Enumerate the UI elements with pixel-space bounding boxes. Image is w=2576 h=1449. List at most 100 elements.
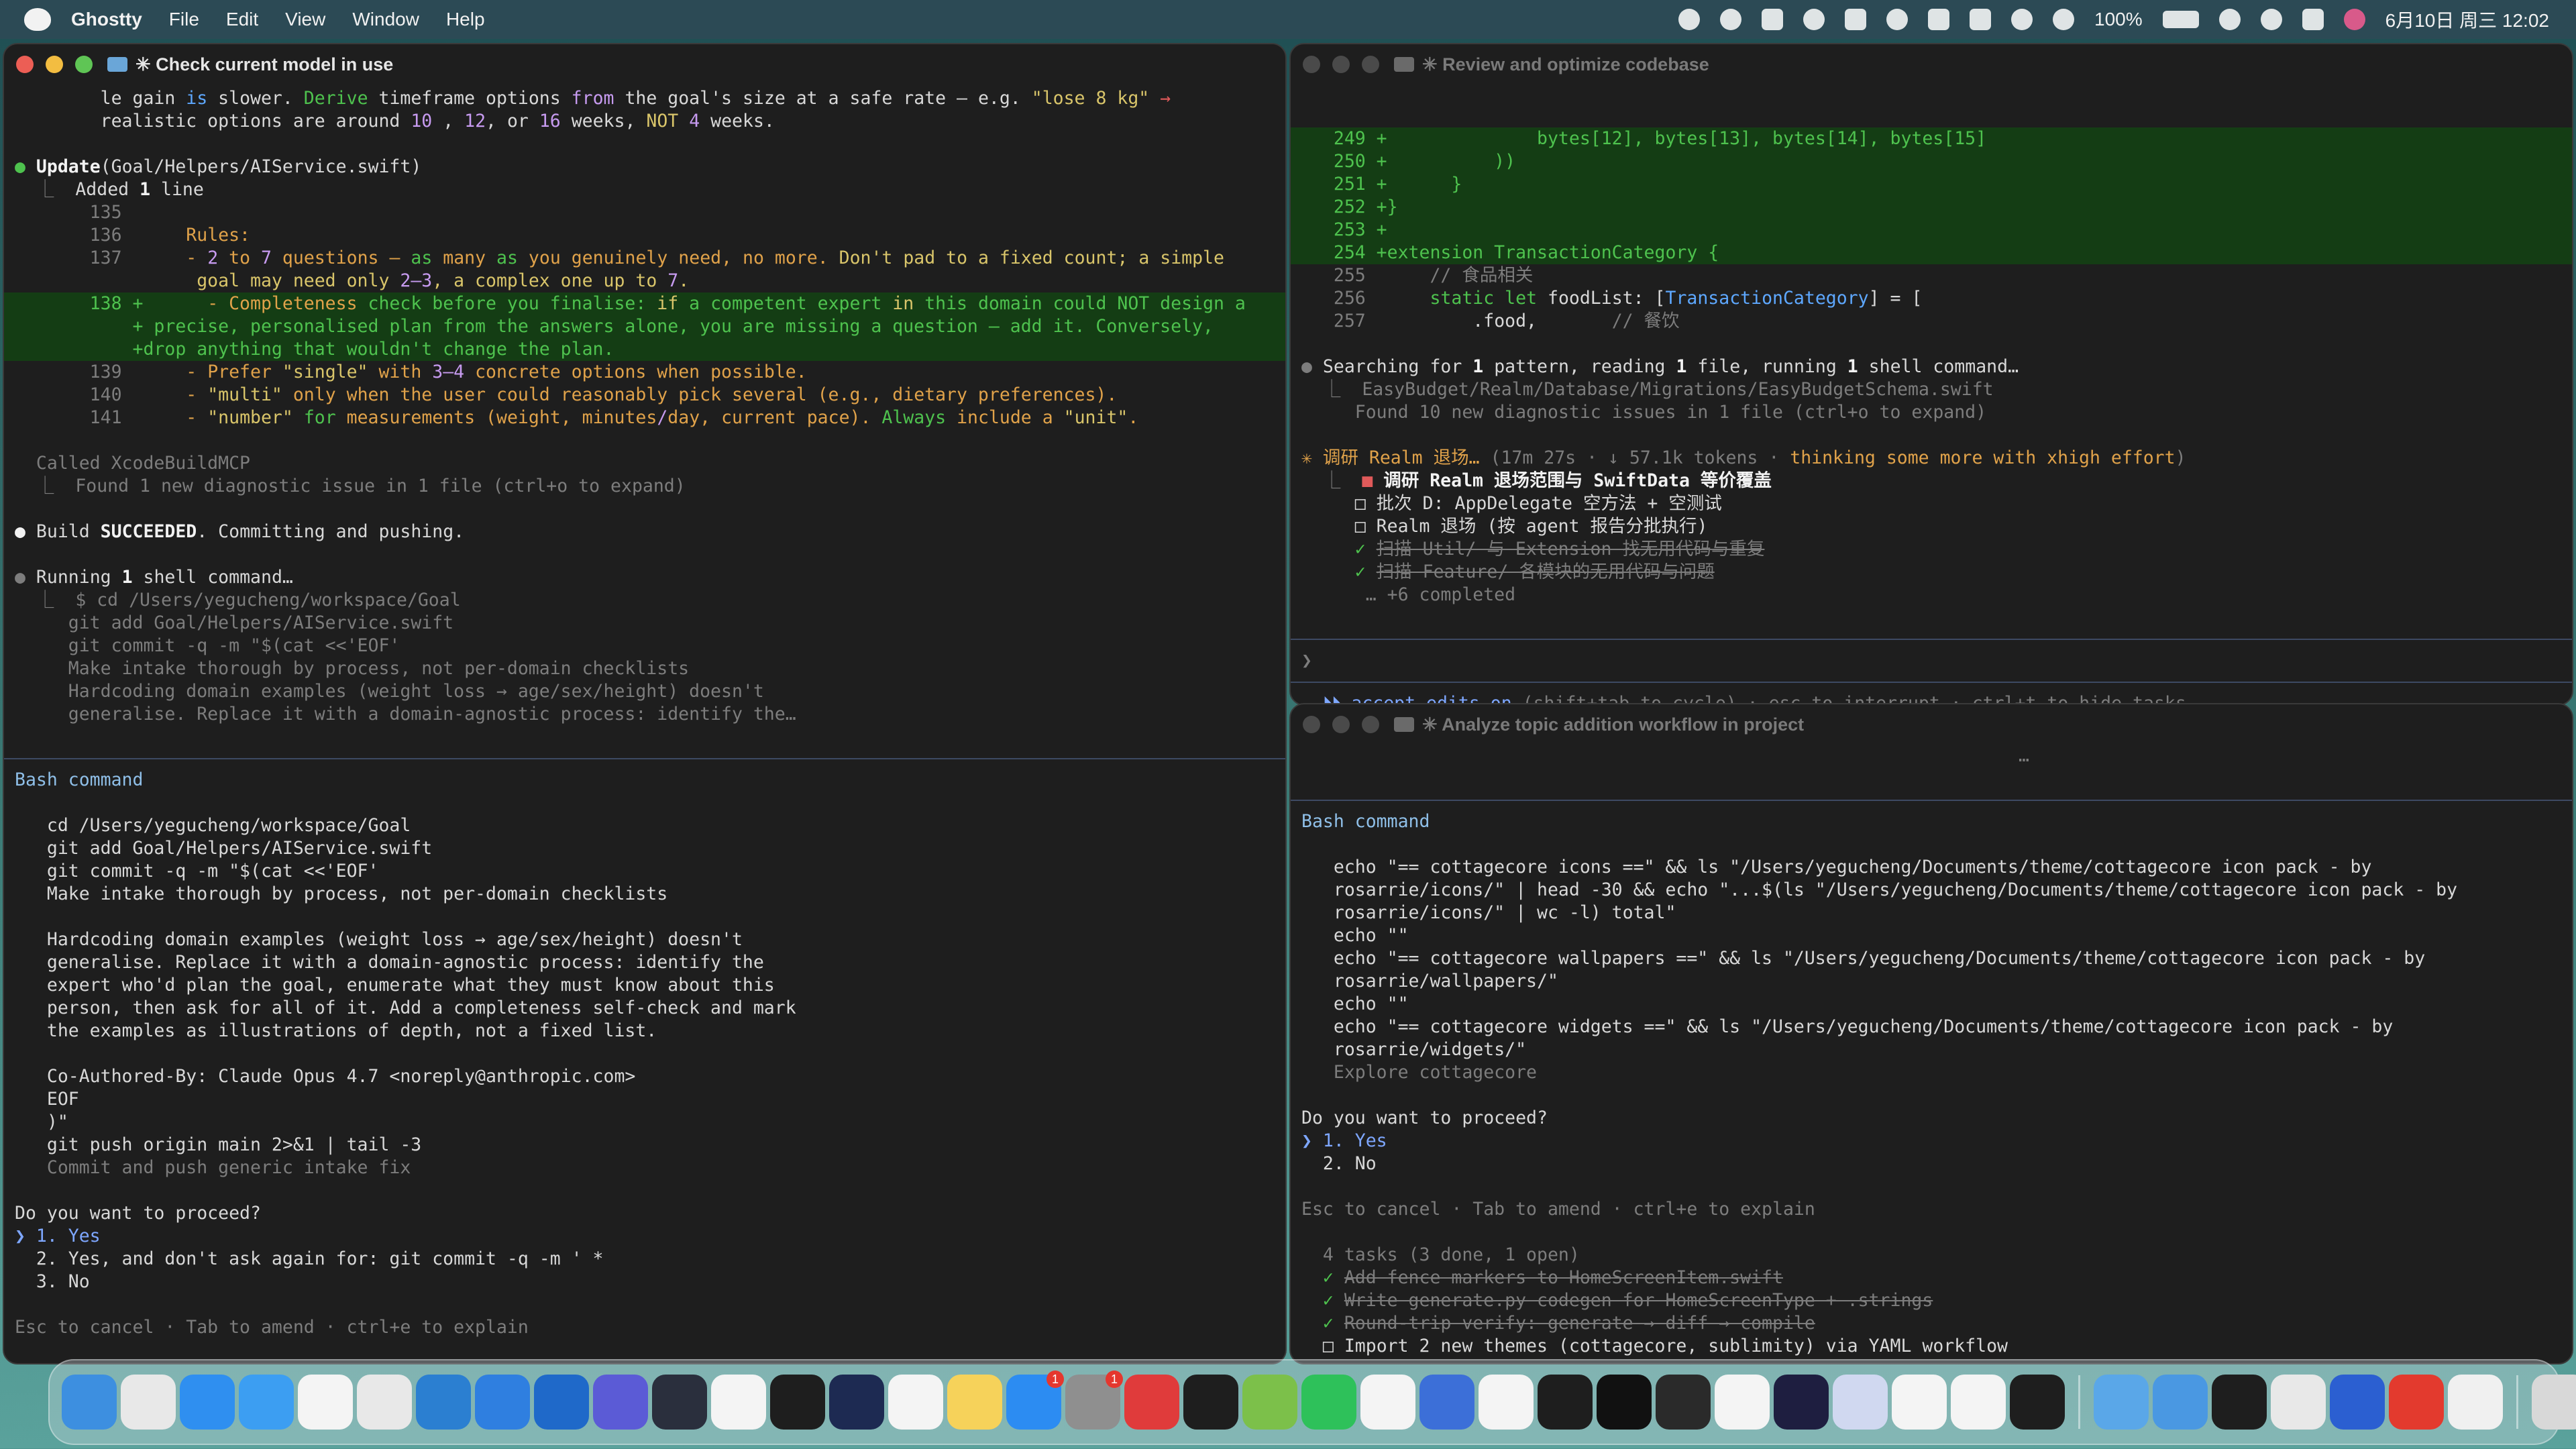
- close-button[interactable]: [1303, 716, 1320, 733]
- simulator-icon[interactable]: [1833, 1375, 1888, 1430]
- launchpad-icon[interactable]: [121, 1375, 176, 1430]
- text-segment: to: [218, 248, 261, 268]
- proceed-option[interactable]: ❯ 1. Yes: [1291, 1130, 2572, 1152]
- bash-command-line: person, then ask for all of it. Add a co…: [4, 997, 1285, 1020]
- capcut-icon[interactable]: [1597, 1375, 1652, 1430]
- close-button[interactable]: [1303, 56, 1320, 73]
- kindle-icon[interactable]: [2010, 1375, 2065, 1430]
- reminders-icon[interactable]: [888, 1375, 943, 1430]
- claude-cli-icon[interactable]: [1538, 1375, 1593, 1430]
- chatgpt-icon[interactable]: [298, 1375, 353, 1430]
- text-segment: Do you want to proceed?: [15, 1203, 261, 1224]
- app-blue-icon[interactable]: [2330, 1375, 2385, 1430]
- status-app-icon[interactable]: [1762, 9, 1784, 30]
- windsurf-icon[interactable]: [1715, 1375, 1770, 1430]
- android-studio-icon[interactable]: [1242, 1375, 1297, 1430]
- status-app-icon[interactable]: [1845, 9, 1867, 30]
- raycast-icon[interactable]: [1656, 1375, 1711, 1430]
- typora-icon[interactable]: [711, 1375, 766, 1430]
- chatgpt-tray-icon[interactable]: [1886, 9, 1909, 30]
- status-app-icon[interactable]: [1720, 9, 1742, 30]
- text-segment: in: [892, 293, 914, 314]
- arc-icon[interactable]: [1774, 1375, 1829, 1430]
- apple-icon[interactable]: [24, 8, 51, 31]
- proceed-option[interactable]: 2. No: [1291, 1152, 2572, 1175]
- app-doc-icon[interactable]: [2448, 1375, 2503, 1430]
- chatbot-icon[interactable]: [1951, 1375, 2006, 1430]
- figma-icon[interactable]: [770, 1375, 825, 1430]
- sim-app-icon[interactable]: [1183, 1375, 1238, 1430]
- terminal-output[interactable]: le gain is slower. Derive timeframe opti…: [4, 87, 1285, 1362]
- trash-icon[interactable]: [2532, 1375, 2576, 1430]
- mail-icon[interactable]: [239, 1375, 294, 1430]
- netease-music-icon[interactable]: [1124, 1375, 1179, 1430]
- xcode-beta-icon[interactable]: [534, 1375, 589, 1430]
- folder-icon: [107, 57, 127, 72]
- zoom-button[interactable]: [1362, 716, 1379, 733]
- menu-view[interactable]: View: [285, 9, 325, 30]
- wechat-tray-icon[interactable]: [1803, 9, 1825, 30]
- safari-icon[interactable]: [180, 1375, 235, 1430]
- menu-window[interactable]: Window: [352, 9, 419, 30]
- wifi-icon[interactable]: [2218, 9, 2241, 30]
- bluesky-icon[interactable]: [1479, 1375, 1534, 1430]
- folder-cloud-icon[interactable]: [2153, 1375, 2208, 1430]
- app-store-icon[interactable]: 1: [1006, 1371, 1064, 1430]
- window-titlebar: ✳ Analyze topic addition workflow in pro…: [1291, 704, 2572, 745]
- terminal-icon[interactable]: [829, 1375, 884, 1430]
- zoom-button[interactable]: [75, 56, 93, 73]
- text-segment: -: [186, 384, 208, 405]
- menubar-clock[interactable]: 6月10日 周三 12:02: [2385, 6, 2549, 33]
- play-icon[interactable]: [2011, 9, 2033, 30]
- text-segment: ●: [15, 567, 25, 588]
- chrome-icon[interactable]: [357, 1375, 412, 1430]
- wechat-icon[interactable]: [1301, 1375, 1356, 1430]
- proceed-option[interactable]: 2. Yes, and don't ask again for: git com…: [4, 1248, 1285, 1271]
- proceed-option[interactable]: ❯ 1. Yes: [4, 1225, 1285, 1248]
- minimize-button[interactable]: [46, 56, 63, 73]
- status-app-icon[interactable]: [2053, 9, 2075, 30]
- finder-icon[interactable]: [62, 1375, 117, 1430]
- text-segment: 1: [140, 179, 151, 200]
- terminal-output[interactable]: 249 + bytes[12], bytes[13], bytes[14], b…: [1291, 127, 2572, 704]
- menu-edit[interactable]: Edit: [226, 9, 258, 30]
- fork-icon[interactable]: [1892, 1375, 1947, 1430]
- prompt-footer: Esc to cancel · Tab to amend · ctrl+e to…: [4, 1316, 1285, 1339]
- minimize-button[interactable]: [1332, 56, 1350, 73]
- text-segment: 调研 Realm 退场范围与 SwiftData 等价覆盖: [1373, 470, 1772, 491]
- proceed-option[interactable]: 3. No: [4, 1271, 1285, 1293]
- battery-icon[interactable]: [2162, 11, 2199, 28]
- status-app-icon[interactable]: [1678, 9, 1701, 30]
- app-light-icon[interactable]: [2271, 1375, 2326, 1430]
- proxyman-icon[interactable]: [593, 1375, 648, 1430]
- zoom-button[interactable]: [1362, 56, 1379, 73]
- spotlight-search-icon[interactable]: [2260, 9, 2282, 30]
- notes-icon[interactable]: [947, 1375, 1002, 1430]
- status-app-icon[interactable]: [1970, 9, 1992, 30]
- app-red-icon[interactable]: [2389, 1375, 2444, 1430]
- text-segment: git push origin main 2>&1 | tail -3: [15, 1134, 422, 1155]
- system-settings-icon[interactable]: 1: [1065, 1371, 1123, 1430]
- ghostty-icon[interactable]: [652, 1375, 707, 1430]
- terminal-output[interactable]: … Bash command echo "== cottagecore icons…: [1291, 745, 2572, 1362]
- minimize-button[interactable]: [1332, 716, 1350, 733]
- vscode-icon[interactable]: [416, 1375, 471, 1430]
- app-dark-icon[interactable]: [2212, 1375, 2267, 1430]
- menu-help[interactable]: Help: [446, 9, 485, 30]
- close-button[interactable]: [16, 56, 34, 73]
- menu-app-name[interactable]: Ghostty: [71, 9, 142, 30]
- siri-icon[interactable]: [2343, 9, 2365, 30]
- text-segment: ❯: [1301, 650, 1312, 671]
- text-segment: ⎿ Found 1 new diagnostic issue in 1 file…: [15, 476, 686, 496]
- xcode-icon[interactable]: [475, 1375, 530, 1430]
- qqmusic-icon[interactable]: [1360, 1375, 1415, 1430]
- sequel-icon[interactable]: [1419, 1375, 1474, 1430]
- status-app-icon[interactable]: [1928, 9, 1950, 30]
- menu-file[interactable]: File: [169, 9, 199, 30]
- control-center-icon[interactable]: [2302, 9, 2324, 30]
- text-segment: 254 +: [1301, 242, 1387, 263]
- folder-downloads-icon[interactable]: [2094, 1375, 2149, 1430]
- divider: [4, 758, 1285, 759]
- battery-percent[interactable]: 100%: [2094, 9, 2143, 30]
